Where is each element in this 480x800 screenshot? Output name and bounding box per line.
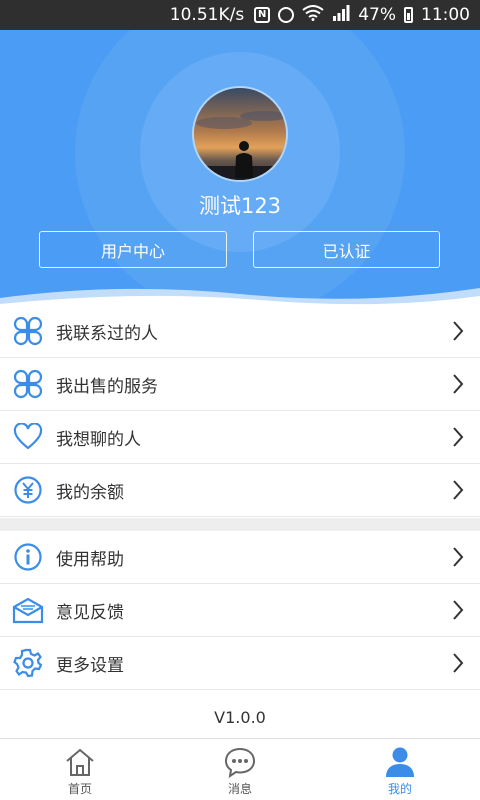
chevron-right-icon	[444, 476, 472, 504]
menu-item-balance[interactable]: 我的余额	[0, 464, 480, 517]
signal-icon	[332, 4, 350, 26]
chevron-right-icon	[444, 649, 472, 677]
menu-item-label: 我的余额	[56, 482, 124, 503]
tab-messages[interactable]: 消息	[160, 739, 320, 800]
heart-icon	[12, 421, 44, 453]
alarm-icon	[278, 7, 295, 23]
menu-item-label: 我出售的服务	[56, 376, 158, 397]
chat-bubble-icon	[222, 746, 258, 778]
menu-item-sold-services[interactable]: 我出售的服务	[0, 358, 480, 411]
chevron-right-icon	[444, 370, 472, 398]
menu-item-label: 使用帮助	[56, 549, 124, 570]
chevron-right-icon	[444, 423, 472, 451]
home-icon	[62, 746, 98, 778]
yuan-icon	[12, 474, 44, 506]
clock-time: 11:00	[421, 5, 470, 25]
profile-header: 测试123 用户中心 已认证	[0, 30, 480, 310]
user-center-button[interactable]: 用户中心	[39, 231, 227, 268]
tab-label: 我的	[387, 782, 412, 796]
status-bar: 10.51K/s N 47% 11:00	[0, 0, 480, 30]
nfc-icon: N	[254, 7, 271, 23]
tab-mine[interactable]: 我的	[320, 739, 480, 800]
four-petal-icon	[12, 368, 44, 400]
battery-percent: 47%	[358, 5, 396, 25]
menu-group-secondary: 使用帮助 意见反馈 更多设置	[0, 531, 480, 690]
app-version: V1.0.0	[0, 700, 480, 736]
person-icon	[382, 746, 418, 778]
menu-item-want-to-chat[interactable]: 我想聊的人	[0, 411, 480, 464]
menu-item-label: 我想聊的人	[56, 429, 141, 450]
avatar[interactable]	[192, 86, 288, 182]
wifi-icon	[302, 4, 324, 26]
menu-item-label: 更多设置	[56, 655, 124, 676]
tab-label: 消息	[227, 782, 252, 796]
menu-item-more-settings[interactable]: 更多设置	[0, 637, 480, 690]
chevron-right-icon	[444, 317, 472, 345]
verified-button[interactable]: 已认证	[253, 231, 440, 268]
gear-icon	[12, 647, 44, 679]
menu-item-label: 意见反馈	[56, 602, 124, 623]
four-petal-icon	[12, 315, 44, 347]
bottom-tab-bar: 首页 消息 我的	[0, 738, 480, 800]
menu-item-feedback[interactable]: 意见反馈	[0, 584, 480, 637]
tab-home[interactable]: 首页	[0, 739, 160, 800]
username: 测试123	[198, 194, 282, 218]
section-divider	[0, 518, 480, 531]
envelope-icon	[12, 594, 44, 626]
battery-icon	[404, 7, 413, 23]
menu-item-contacted-people[interactable]: 我联系过的人	[0, 305, 480, 358]
tab-label: 首页	[67, 782, 92, 796]
menu-item-label: 我联系过的人	[56, 323, 158, 344]
menu-group-primary: 我联系过的人 我出售的服务 我想聊的人 我的余额	[0, 305, 480, 517]
menu-item-help[interactable]: 使用帮助	[0, 531, 480, 584]
info-icon	[12, 541, 44, 573]
chevron-right-icon	[444, 596, 472, 624]
network-speed: 10.51K/s	[169, 5, 245, 25]
chevron-right-icon	[444, 543, 472, 571]
